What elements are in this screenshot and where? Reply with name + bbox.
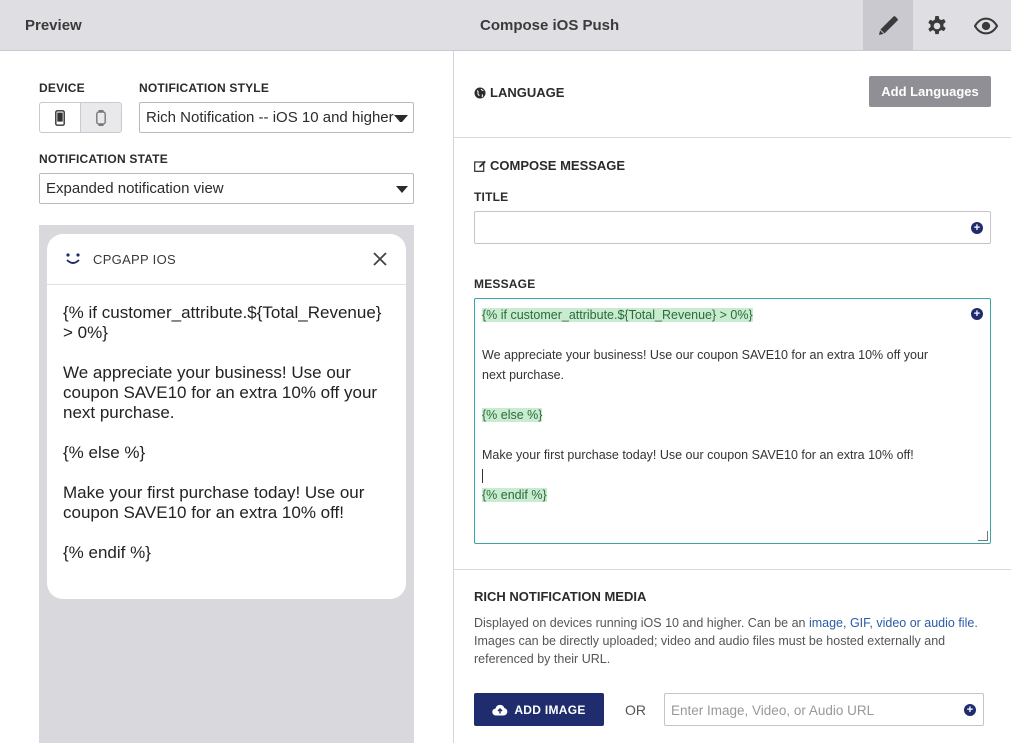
compose-message-title: COMPOSE MESSAGE <box>474 158 625 173</box>
rich-media-title: RICH NOTIFICATION MEDIA <box>474 589 646 604</box>
message-line: {% endif %} <box>482 485 983 505</box>
notification-state-value: Expanded notification view <box>46 180 224 197</box>
title-input[interactable]: + <box>474 211 991 244</box>
text-cursor <box>482 468 483 483</box>
app-name: CPGAPP IOS <box>93 252 176 267</box>
notification-style-value: Rich Notification -- iOS 10 and higher <box>146 109 394 126</box>
message-line: We appreciate your business! Use our cou… <box>482 348 929 362</box>
preview-panel: DEVICE NOTIFICATION STYLE Rich Notificat… <box>0 51 453 743</box>
add-personalization-icon[interactable]: + <box>971 222 983 234</box>
chevron-down-icon <box>396 186 408 193</box>
chevron-down-icon <box>394 115 408 122</box>
notification-line: We appreciate your business! Use our cou… <box>63 363 378 422</box>
message-line <box>482 425 983 445</box>
eye-icon <box>974 17 998 34</box>
add-image-button[interactable]: ADD IMAGE <box>474 693 604 726</box>
language-section: LANGUAGE Add Languages <box>454 51 1011 138</box>
media-types-link[interactable]: image, GIF, video or audio file <box>809 616 974 630</box>
phone-icon <box>55 109 65 126</box>
preview-title: Preview <box>25 17 82 34</box>
language-title: LANGUAGE <box>474 85 564 100</box>
resize-handle[interactable] <box>978 531 988 541</box>
language-title-text: LANGUAGE <box>490 85 565 100</box>
notification-line: {% endif %} <box>63 543 151 562</box>
message-line <box>482 385 983 405</box>
compose-title: Compose iOS Push <box>480 17 620 34</box>
device-phone-button[interactable] <box>40 103 80 132</box>
rich-media-desc-suffix: . <box>974 616 978 630</box>
preview-toggle-button[interactable] <box>961 0 1011 51</box>
media-url-placeholder: Enter Image, Video, or Audio URL <box>671 703 875 718</box>
notification-header: CPGAPP IOS <box>47 234 406 285</box>
message-line: {% else %} <box>482 405 983 425</box>
message-line <box>482 325 983 345</box>
message-line: Make your first purchase today! Use our … <box>482 448 914 462</box>
settings-button[interactable] <box>912 0 962 51</box>
message-textarea[interactable]: + {% if customer_attribute.${Total_Reven… <box>474 298 991 544</box>
app-icon <box>66 253 80 264</box>
message-line <box>482 465 983 485</box>
rich-media-title-text: RICH NOTIFICATION MEDIA <box>474 589 647 604</box>
device-preview-area: CPGAPP IOS {% if customer_attribute.${To… <box>39 225 414 743</box>
notification-line: {% else %} <box>63 443 146 462</box>
device-toggle <box>39 102 122 133</box>
liquid-tag: {% if customer_attribute.${Total_Revenue… <box>482 308 753 322</box>
message-label: MESSAGE <box>474 277 536 291</box>
notification-state-select[interactable]: Expanded notification view <box>39 173 414 204</box>
notification-style-select[interactable]: Rich Notification -- iOS 10 and higher <box>139 102 414 133</box>
rich-media-description: Displayed on devices running iOS 10 and … <box>474 614 994 668</box>
notification-line: Make your first purchase today! Use our … <box>63 483 365 522</box>
device-watch-button[interactable] <box>80 103 121 132</box>
compose-message-title-text: COMPOSE MESSAGE <box>490 158 626 173</box>
add-image-label: ADD IMAGE <box>514 702 586 717</box>
close-icon[interactable] <box>372 251 388 267</box>
message-line: next purchase. <box>482 368 564 382</box>
notification-line: {% if customer_attribute.${Total_Revenue… <box>63 303 382 342</box>
gear-icon <box>928 15 946 34</box>
liquid-tag: {% else %} <box>482 408 543 422</box>
rich-media-desc-prefix: Displayed on devices running iOS 10 and … <box>474 616 809 630</box>
globe-icon <box>474 87 486 98</box>
compose-panel: LANGUAGE Add Languages COMPOSE MESSAGE T… <box>453 51 1011 743</box>
edit-square-icon <box>474 160 486 172</box>
or-label: OR <box>625 702 646 718</box>
cloud-upload-icon <box>492 704 508 716</box>
add-languages-button[interactable]: Add Languages <box>869 76 991 107</box>
title-label: TITLE <box>474 190 509 204</box>
notification-style-label: NOTIFICATION STYLE <box>139 81 270 95</box>
media-url-input[interactable]: Enter Image, Video, or Audio URL + <box>664 693 984 726</box>
notification-card: CPGAPP IOS {% if customer_attribute.${To… <box>47 234 406 599</box>
message-line: {% if customer_attribute.${Total_Revenue… <box>482 305 983 325</box>
edit-mode-button[interactable] <box>863 0 913 51</box>
top-bar: Preview Compose iOS Push <box>0 0 1011 51</box>
add-personalization-icon[interactable]: + <box>971 308 983 320</box>
notification-state-label: NOTIFICATION STATE <box>39 152 168 166</box>
notification-body: {% if customer_attribute.${Total_Revenue… <box>47 285 406 563</box>
pencil-icon <box>879 15 898 35</box>
liquid-tag: {% endif %} <box>482 488 547 502</box>
device-label: DEVICE <box>39 81 85 95</box>
add-personalization-icon[interactable]: + <box>964 704 976 716</box>
watch-icon <box>96 109 106 126</box>
rich-media-desc-line2: Images can be directly uploaded; video a… <box>474 634 946 666</box>
